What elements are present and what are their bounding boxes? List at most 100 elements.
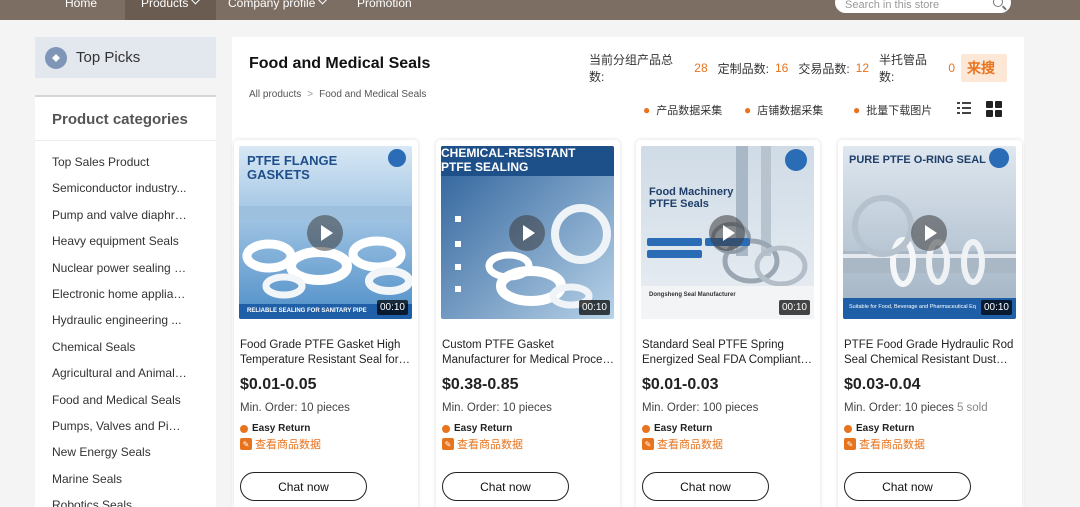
- category-item[interactable]: Marine Seals: [35, 471, 187, 497]
- view-product-data-link[interactable]: ✎ 查看商品数据: [442, 436, 523, 452]
- search-icon[interactable]: [993, 0, 1003, 7]
- stat-custom-value: 16: [774, 61, 789, 75]
- play-icon[interactable]: [509, 215, 545, 251]
- product-video-thumbnail[interactable]: PTFE FLANGE GASKETS RELIABLE SEALING FOR…: [239, 146, 412, 319]
- product-title[interactable]: Standard Seal PTFE Spring Energized Seal…: [642, 338, 814, 368]
- min-order: Min. Order: 10 pieces: [240, 402, 353, 414]
- play-icon[interactable]: [911, 215, 947, 251]
- category-item[interactable]: Electronic home applian...: [35, 286, 187, 312]
- image-caption: Dongsheng Seal Manufacturer: [649, 292, 736, 298]
- chat-now-button[interactable]: Chat now: [442, 472, 569, 501]
- video-duration: 00:10: [778, 300, 810, 315]
- breadcrumb-all-products[interactable]: All products: [249, 89, 301, 100]
- product-title[interactable]: Custom PTFE Gasket Manufacturer for Medi…: [442, 338, 614, 368]
- data-icon: ✎: [240, 438, 252, 450]
- product-card[interactable]: CHEMICAL-RESISTANT PTFE SEALING 00:10 Cu…: [436, 140, 620, 507]
- category-item[interactable]: Nuclear power sealing c...: [35, 260, 187, 286]
- stat-trade-label: 交易品数:: [798, 61, 850, 76]
- nav-promotion[interactable]: Promotion: [357, 0, 412, 20]
- view-data-label: 查看商品数据: [657, 439, 723, 451]
- nav-home-label: Home: [65, 0, 98, 10]
- laisou-logo[interactable]: 来搜: [961, 54, 1008, 82]
- breadcrumb-current: Food and Medical Seals: [319, 89, 427, 100]
- category-item[interactable]: Robotics Seals: [35, 497, 187, 507]
- product-categories-panel: Product categories Top Sales Product Sem…: [35, 95, 216, 507]
- product-card[interactable]: PTFE FLANGE GASKETS RELIABLE SEALING FOR…: [234, 140, 418, 507]
- min-order: Min. Order: 100 pieces: [642, 402, 761, 414]
- action-label: 店铺数据采集: [757, 105, 824, 117]
- min-order: Min. Order: 10 pieces 5 sold: [844, 402, 988, 414]
- list-view-icon[interactable]: [957, 101, 971, 115]
- product-card[interactable]: Food Machinery PTFE Seals Dongsheng Seal…: [636, 140, 820, 507]
- nav-company-profile[interactable]: Company profile: [228, 0, 328, 20]
- video-duration: 00:10: [980, 300, 1012, 315]
- bullet-icon: ●: [643, 103, 651, 117]
- top-nav: Home Products Company profile Promotion …: [0, 0, 1080, 20]
- category-item[interactable]: Heavy equipment Seals: [35, 233, 187, 259]
- breadcrumb: All products > Food and Medical Seals: [249, 89, 426, 100]
- stat-semi-value: 0: [948, 61, 956, 75]
- product-card[interactable]: PURE PTFE O-RING SEAL Suitable for Food,…: [838, 140, 1022, 507]
- view-product-data-link[interactable]: ✎ 查看商品数据: [844, 436, 925, 452]
- min-order-text: Min. Order: 100 pieces: [642, 402, 759, 414]
- product-video-thumbnail[interactable]: Food Machinery PTFE Seals Dongsheng Seal…: [641, 146, 814, 319]
- play-icon[interactable]: [307, 215, 343, 251]
- view-data-label: 查看商品数据: [457, 439, 523, 451]
- stat-trade-value: 12: [855, 61, 870, 75]
- action-label: 产品数据采集: [656, 105, 723, 117]
- action-product-data[interactable]: ● 产品数据采集: [643, 103, 722, 117]
- stat-semi-label: 半托管品数:: [879, 53, 928, 84]
- category-item[interactable]: Pump and valve diaphra...: [35, 207, 187, 233]
- category-item[interactable]: Semiconductor industry...: [35, 180, 187, 206]
- easy-return-label: Easy Return: [856, 423, 915, 434]
- product-video-thumbnail[interactable]: CHEMICAL-RESISTANT PTFE SEALING 00:10: [441, 146, 614, 319]
- categories-title: Product categories: [35, 97, 216, 141]
- easy-return-label: Easy Return: [454, 423, 513, 434]
- category-item[interactable]: Agricultural and Animal ...: [35, 365, 187, 391]
- category-item[interactable]: Food and Medical Seals: [35, 392, 187, 418]
- chat-now-button[interactable]: Chat now: [844, 472, 971, 501]
- product-title[interactable]: Food Grade PTFE Gasket High Temperature …: [240, 338, 412, 368]
- easy-return-badge: Easy Return: [642, 423, 712, 434]
- chat-now-button[interactable]: Chat now: [642, 472, 769, 501]
- min-order: Min. Order: 10 pieces: [442, 402, 555, 414]
- play-icon[interactable]: [709, 215, 745, 251]
- page-title: Food and Medical Seals: [249, 55, 431, 72]
- return-icon: [442, 424, 450, 433]
- stat-total-label: 当前分组产品总数:: [589, 53, 674, 84]
- easy-return-badge: Easy Return: [844, 423, 914, 434]
- image-heading: Food Machinery PTFE Seals: [649, 186, 734, 210]
- category-stats: 当前分组产品总数: 28 定制品数: 16 交易品数: 12 半托管品数: 0 来搜: [589, 53, 1008, 84]
- store-search-input[interactable]: Search in this store: [835, 0, 1011, 13]
- top-picks-button[interactable]: Top Picks: [35, 37, 216, 78]
- view-product-data-link[interactable]: ✎ 查看商品数据: [240, 436, 321, 452]
- category-list: Top Sales Product Semiconductor industry…: [35, 141, 216, 507]
- action-batch-download[interactable]: ● 批量下载图片: [853, 103, 932, 117]
- stat-custom-label: 定制品数:: [717, 61, 769, 76]
- category-item[interactable]: Hydraulic engineering ...: [35, 312, 187, 338]
- return-icon: [844, 424, 852, 433]
- product-price: $0.01-0.05: [240, 376, 317, 393]
- category-item[interactable]: Pumps, Valves and Pipe...: [35, 418, 187, 444]
- breadcrumb-separator-icon: >: [307, 89, 314, 100]
- action-store-data[interactable]: ● 店铺数据采集: [744, 103, 823, 117]
- image-caption: RELIABLE SEALING FOR SANITARY PIPE: [247, 308, 367, 314]
- chat-now-button[interactable]: Chat now: [240, 472, 367, 501]
- nav-home[interactable]: Home: [65, 0, 97, 20]
- nav-promotion-label: Promotion: [357, 0, 412, 10]
- grid-view-icon[interactable]: [986, 101, 1002, 117]
- view-data-label: 查看商品数据: [859, 439, 925, 451]
- nav-products[interactable]: Products: [125, 0, 216, 20]
- category-item[interactable]: New Energy Seals: [35, 444, 187, 470]
- view-product-data-link[interactable]: ✎ 查看商品数据: [642, 436, 723, 452]
- easy-return-badge: Easy Return: [240, 423, 310, 434]
- action-label: 批量下载图片: [866, 105, 933, 117]
- nav-products-label: Products: [141, 0, 189, 10]
- category-item[interactable]: Top Sales Product: [35, 154, 187, 180]
- nav-company-label: Company profile: [228, 0, 316, 10]
- product-title[interactable]: PTFE Food Grade Hydraulic Rod Seal Chemi…: [844, 338, 1016, 368]
- category-item[interactable]: Chemical Seals: [35, 339, 187, 365]
- product-video-thumbnail[interactable]: PURE PTFE O-RING SEAL Suitable for Food,…: [843, 146, 1016, 319]
- video-duration: 00:10: [578, 300, 610, 315]
- sold-count: 5 sold: [956, 402, 988, 414]
